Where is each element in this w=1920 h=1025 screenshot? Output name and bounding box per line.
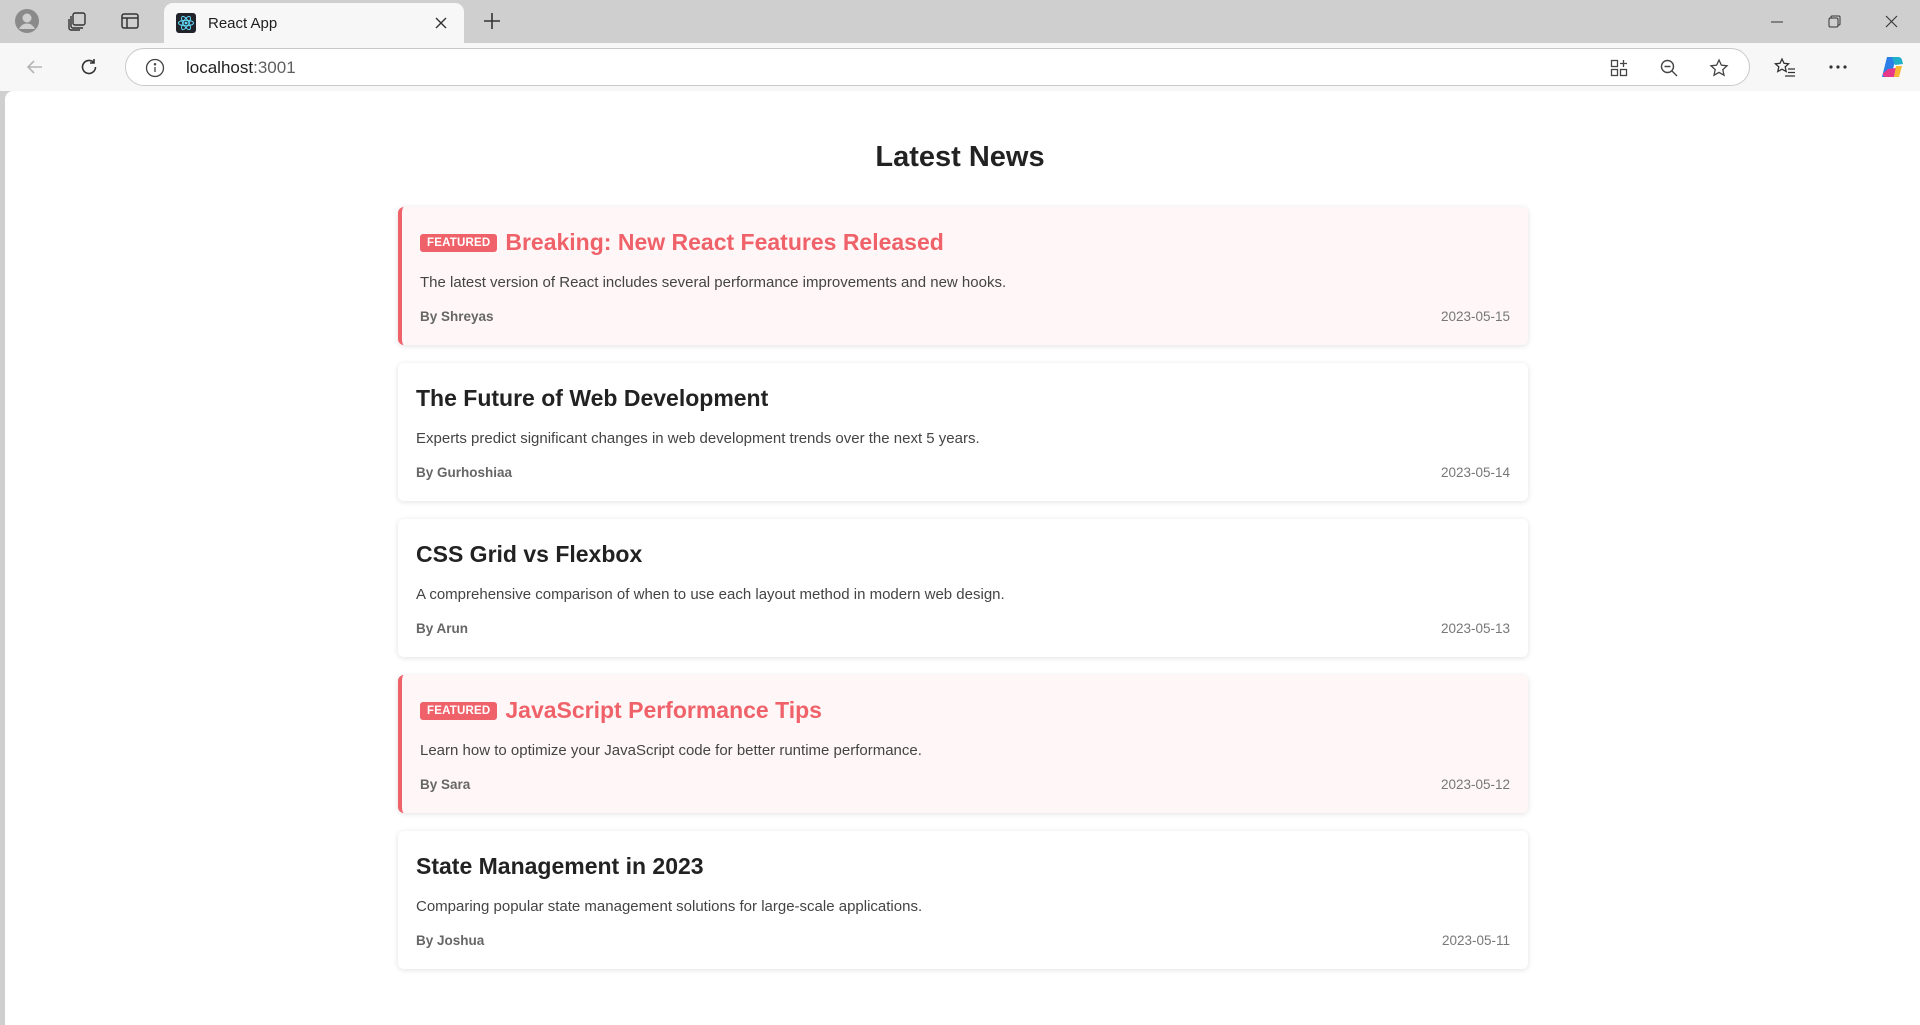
- reload-icon[interactable]: [71, 50, 107, 84]
- copilot-icon[interactable]: [1874, 50, 1910, 84]
- card-title[interactable]: JavaScript Performance Tips: [505, 697, 822, 724]
- card-description: Experts predict significant changes in w…: [416, 430, 980, 447]
- favorite-star-icon[interactable]: [1704, 54, 1734, 82]
- featured-badge: FEATURED: [420, 701, 498, 720]
- browser-toolbar: localhost:3001: [0, 43, 1920, 91]
- card-title[interactable]: State Management in 2023: [416, 853, 704, 880]
- page-viewport: Latest News FEATURED Breaking: New React…: [5, 91, 1920, 1025]
- vertical-tabs-icon[interactable]: [114, 6, 146, 36]
- card-header: FEATURED JavaScript Performance Tips: [420, 697, 822, 724]
- card-description: A comprehensive comparison of when to us…: [416, 586, 1005, 603]
- minimize-icon[interactable]: [1749, 0, 1805, 43]
- news-card[interactable]: The Future of Web Development Experts pr…: [398, 363, 1528, 501]
- card-header: State Management in 2023: [416, 853, 704, 880]
- card-title[interactable]: CSS Grid vs Flexbox: [416, 541, 642, 568]
- card-date: 2023-05-15: [1440, 309, 1510, 324]
- card-author: By Shreyas: [420, 309, 494, 324]
- card-description: The latest version of React includes sev…: [420, 274, 1007, 291]
- news-card[interactable]: FEATURED Breaking: New React Features Re…: [398, 207, 1528, 345]
- card-description: Learn how to optimize your JavaScript co…: [420, 742, 922, 759]
- url-text[interactable]: localhost:3001: [186, 58, 296, 78]
- app-available-icon[interactable]: [1604, 54, 1634, 82]
- react-logo-icon: [176, 13, 196, 33]
- card-author: By Sara: [420, 777, 471, 792]
- close-window-icon[interactable]: [1863, 0, 1919, 43]
- more-menu-icon[interactable]: [1820, 50, 1856, 84]
- card-title[interactable]: Breaking: New React Features Released: [505, 229, 943, 256]
- favorites-icon[interactable]: [1767, 50, 1803, 84]
- profile-icon[interactable]: [11, 6, 43, 36]
- card-date: 2023-05-14: [1440, 465, 1510, 480]
- card-description: Comparing popular state management solut…: [416, 898, 923, 915]
- news-list: FEATURED Breaking: New React Features Re…: [398, 207, 1528, 987]
- close-tab-icon[interactable]: [430, 12, 452, 34]
- tab-strip: React App: [0, 0, 1920, 43]
- zoom-out-icon[interactable]: [1654, 54, 1684, 82]
- tab-title: React App: [208, 14, 278, 32]
- address-bar[interactable]: localhost:3001: [125, 48, 1750, 86]
- news-card[interactable]: State Management in 2023 Comparing popul…: [398, 831, 1528, 969]
- site-info-icon[interactable]: [144, 57, 166, 79]
- card-author: By Gurhoshiaa: [416, 465, 513, 480]
- card-title[interactable]: The Future of Web Development: [416, 385, 768, 412]
- url-port: :3001: [253, 58, 296, 77]
- featured-badge: FEATURED: [420, 233, 498, 252]
- url-host: localhost: [186, 58, 254, 77]
- news-card[interactable]: CSS Grid vs Flexbox A comprehensive comp…: [398, 519, 1528, 657]
- card-header: FEATURED Breaking: New React Features Re…: [420, 229, 944, 256]
- news-card[interactable]: FEATURED JavaScript Performance Tips Lea…: [398, 675, 1528, 813]
- card-date: 2023-05-11: [1441, 933, 1510, 948]
- active-tab[interactable]: React App: [164, 3, 464, 43]
- card-date: 2023-05-12: [1440, 777, 1510, 792]
- card-header: The Future of Web Development: [416, 385, 768, 412]
- card-header: CSS Grid vs Flexbox: [416, 541, 642, 568]
- card-author: By Arun: [416, 621, 469, 636]
- card-date: 2023-05-13: [1440, 621, 1510, 636]
- new-tab-icon[interactable]: [476, 6, 508, 36]
- workspaces-icon[interactable]: [61, 6, 93, 36]
- restore-icon[interactable]: [1806, 0, 1862, 43]
- back-icon[interactable]: [17, 50, 53, 84]
- card-author: By Joshua: [416, 933, 485, 948]
- page-title: Latest News: [875, 141, 1045, 173]
